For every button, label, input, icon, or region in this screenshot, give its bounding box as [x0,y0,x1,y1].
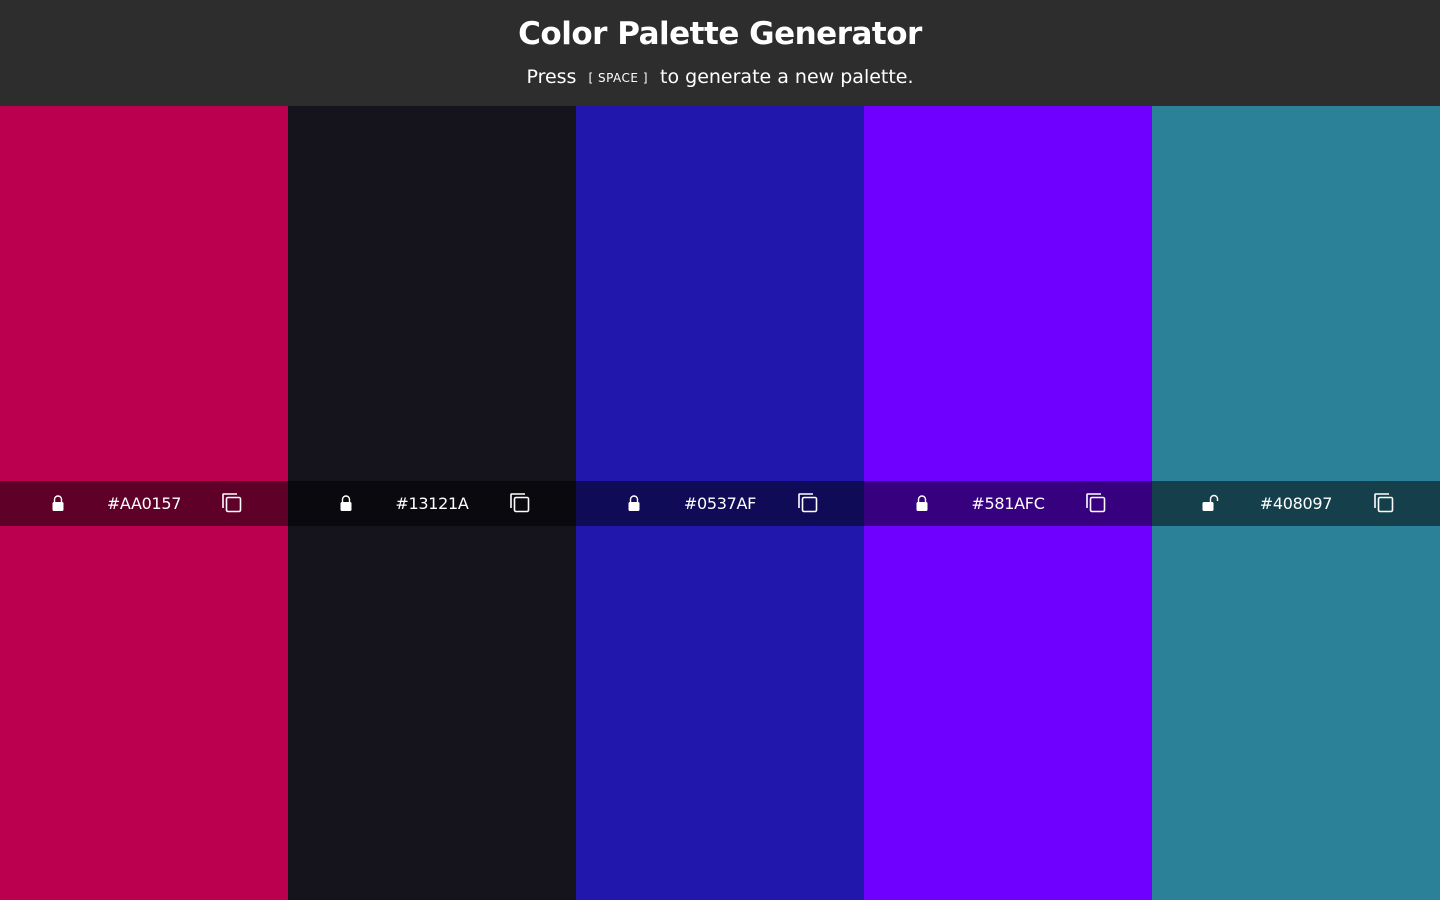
swatch-toolbar: #0537AF [576,481,864,526]
swatch-toolbar: #13121A [288,481,576,526]
swatch-toolbar: #AA0157 [0,481,288,526]
swatch-toolbar: #408097 [1152,481,1440,526]
instructions-suffix: to generate a new palette. [660,66,914,88]
copy-icon[interactable] [220,491,244,515]
copy-icon[interactable] [508,491,532,515]
color-swatch-3[interactable]: #0537AF [576,106,864,900]
copy-icon[interactable] [1084,491,1108,515]
hex-code[interactable]: #0537AF [576,494,864,513]
app-header: Color Palette Generator Press [ SPACE ] … [0,0,1440,106]
palette: #AA0157 #13121A #0537AF #581AFC #408097 [0,106,1440,900]
color-swatch-4[interactable]: #581AFC [864,106,1152,900]
color-swatch-1[interactable]: #AA0157 [0,106,288,900]
copy-icon[interactable] [796,491,820,515]
page-title: Color Palette Generator [518,16,922,52]
color-swatch-2[interactable]: #13121A [288,106,576,900]
hex-code[interactable]: #408097 [1152,494,1440,513]
space-key-hint: [ SPACE ] [588,71,649,85]
hex-code[interactable]: #AA0157 [0,494,288,513]
swatch-toolbar: #581AFC [864,481,1152,526]
instructions-prefix: Press [526,66,577,88]
hex-code[interactable]: #581AFC [864,494,1152,513]
hex-code[interactable]: #13121A [288,494,576,513]
color-swatch-5[interactable]: #408097 [1152,106,1440,900]
instructions: Press [ SPACE ] to generate a new palett… [0,66,1440,88]
copy-icon[interactable] [1372,491,1396,515]
